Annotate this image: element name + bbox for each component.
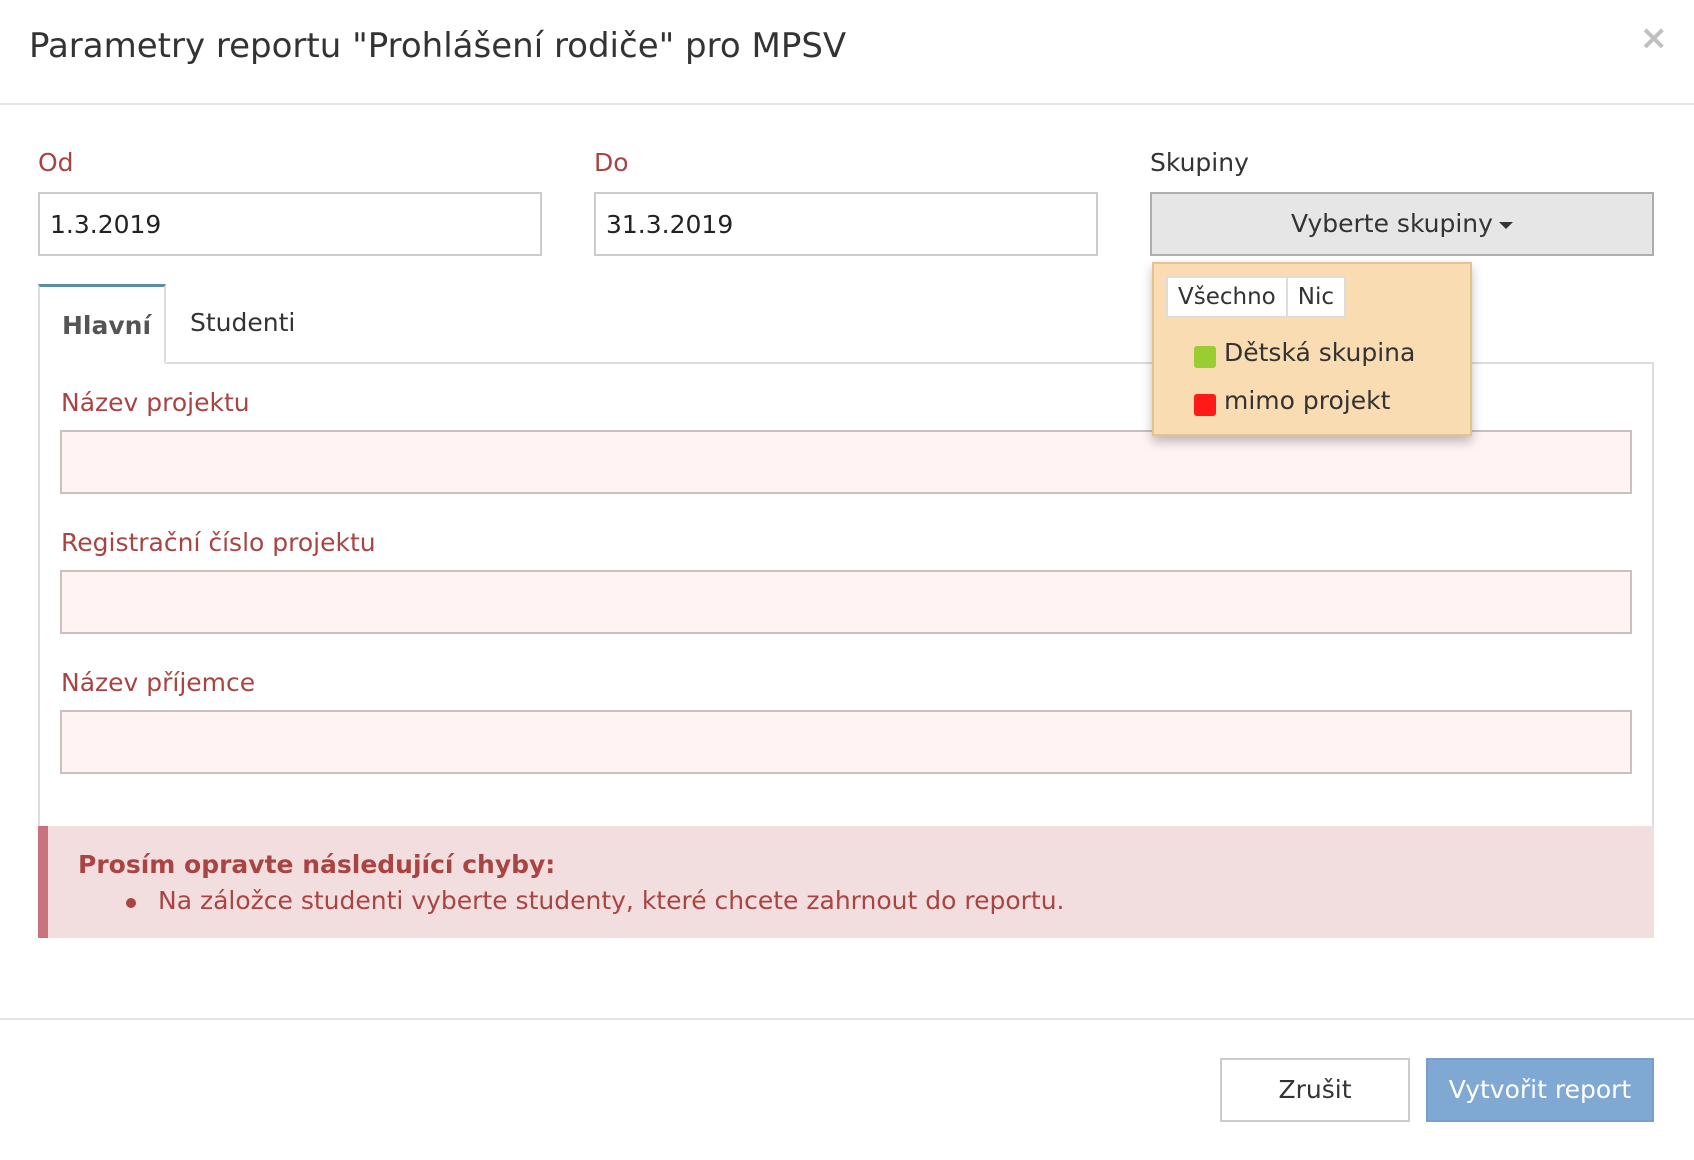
close-icon[interactable]: ×: [1640, 18, 1669, 58]
caret-down-icon: [1498, 221, 1513, 229]
project-name-input[interactable]: [60, 430, 1632, 494]
recipient-name-input[interactable]: [60, 710, 1632, 774]
groups-button-label: Vyberte skupiny: [1291, 209, 1493, 238]
select-all-none-group: Všechno Nic: [1166, 276, 1346, 318]
from-label: Od: [38, 148, 74, 177]
cancel-button[interactable]: Zrušit: [1220, 1058, 1410, 1122]
error-alert-title: Prosím opravte následující chyby:: [78, 850, 556, 879]
error-alert: Prosím opravte následující chyby: Na zál…: [38, 826, 1654, 938]
bullet-icon: [126, 898, 136, 908]
project-name-label: Název projektu: [61, 388, 250, 417]
select-all-button[interactable]: Všechno: [1166, 276, 1288, 318]
from-date-input[interactable]: [38, 192, 542, 256]
group-option-label: mimo projekt: [1224, 386, 1391, 415]
tab-students[interactable]: Studenti: [168, 284, 317, 364]
registration-number-label: Registrační číslo projektu: [61, 528, 376, 557]
to-date-input[interactable]: [594, 192, 1098, 256]
groups-label: Skupiny: [1150, 148, 1249, 177]
report-parameters-dialog: Parametry reportu "Prohlášení rodiče" pr…: [0, 0, 1694, 1160]
group-option-detska-skupina[interactable]: Dětská skupina: [1194, 338, 1416, 368]
dialog-title: Parametry reportu "Prohlášení rodiče" pr…: [29, 26, 847, 66]
recipient-name-label: Název příjemce: [61, 668, 256, 697]
dialog-header: Parametry reportu "Prohlášení rodiče" pr…: [0, 0, 1694, 105]
green-swatch-icon: [1194, 346, 1216, 368]
error-item: Na záložce studenti vyberte studenty, kt…: [158, 886, 1065, 915]
groups-dropdown-menu: Všechno Nic Dětská skupina mimo projekt: [1152, 262, 1472, 436]
registration-number-input[interactable]: [60, 570, 1632, 634]
red-swatch-icon: [1194, 394, 1216, 416]
group-option-label: Dětská skupina: [1224, 338, 1416, 367]
create-report-button[interactable]: Vytvořit report: [1426, 1058, 1654, 1122]
to-label: Do: [594, 148, 629, 177]
group-option-mimo-projekt[interactable]: mimo projekt: [1194, 386, 1391, 416]
tab-main[interactable]: Hlavní: [38, 284, 166, 364]
groups-select-button[interactable]: Vyberte skupiny: [1150, 192, 1654, 256]
select-none-button[interactable]: Nic: [1287, 276, 1346, 318]
